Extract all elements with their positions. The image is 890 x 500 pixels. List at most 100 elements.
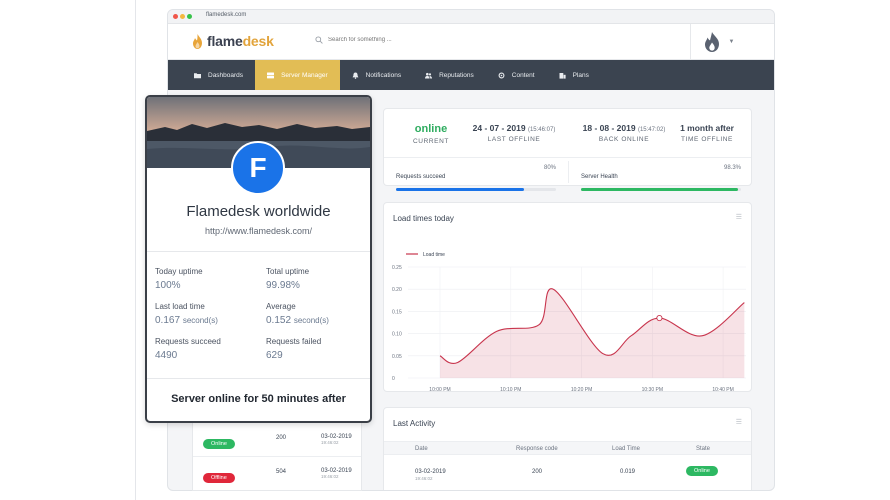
response-code: 200	[276, 435, 287, 441]
x-tick-label: 10:20 PM	[571, 387, 592, 391]
log-date: 03-02-2019 19:46:02	[321, 468, 352, 479]
profile-divider	[147, 378, 370, 379]
nav-item-label: Dashboards	[208, 71, 244, 79]
column-header-state: State	[696, 446, 711, 452]
building-icon	[559, 72, 566, 79]
server-url-link[interactable]: http://www.flamedesk.com/	[147, 226, 370, 236]
y-tick-label: 0.10	[392, 332, 402, 338]
nav-item-plans[interactable]: Plans	[547, 60, 601, 90]
time-offline-value: 1 month after	[680, 123, 734, 133]
gear-icon	[498, 72, 505, 78]
nav-item-label: Reputations	[439, 71, 474, 79]
metric-value: 4490	[155, 350, 178, 361]
metric-total-uptime: Total uptime 99.98%	[266, 267, 366, 291]
server-status-card: online CURRENT 24 - 07 - 2019 (15:46:07)…	[383, 108, 752, 191]
flame-logo-icon	[193, 33, 202, 49]
log-time: 19:46:02	[321, 440, 339, 445]
row-date: 03-02-2019 19:46:02	[415, 469, 446, 481]
page-divider	[135, 0, 136, 500]
uptime-summary: Server online for 50 minutes after	[171, 393, 346, 405]
metric-value: 99.98%	[266, 280, 300, 291]
state-cell: Offline	[203, 466, 235, 484]
list-item[interactable]: Online 200 03-02-2019 19:46:02	[193, 426, 361, 456]
last-activity-title: Last Activity	[393, 419, 436, 428]
nav-item-label: Server Manager	[281, 71, 328, 79]
metric-value: 629	[266, 350, 283, 361]
last-activity-card: Last Activity ☰ Date Response code Load …	[383, 407, 752, 490]
activity-table-header: Date Response code Load Time State	[384, 441, 751, 455]
log-date: 03-02-2019 19:46:02	[321, 434, 352, 445]
card-menu-icon[interactable]: ☰	[736, 213, 742, 221]
x-tick-label: 10:30 PM	[642, 387, 663, 391]
metric-last-load-time: Last load time 0.167 second(s)	[155, 302, 255, 326]
state-cell: Online	[203, 432, 235, 450]
list-item[interactable]: Offline 504 03-02-2019 19:46:02	[193, 460, 361, 490]
nav-item-server-manager[interactable]: Server Manager	[255, 60, 340, 90]
requests-succeed-percent: 80%	[543, 165, 556, 171]
nav-item-dashboards[interactable]: Dashboards	[168, 60, 255, 90]
logo-text-main: flame	[207, 33, 243, 49]
nav-item-label: Content	[511, 71, 535, 79]
y-tick-label: 0.25	[392, 265, 402, 271]
status-badge: Offline	[203, 473, 235, 483]
address-bar[interactable]: flamedesk.com	[206, 12, 246, 18]
app-logo[interactable]: flamedesk	[192, 33, 274, 49]
server-health-label: Server Health	[581, 174, 618, 180]
meter-divider	[568, 161, 569, 183]
search-bar	[315, 36, 528, 44]
row-date-value: 03-02-2019	[415, 469, 446, 475]
server-health-track	[581, 188, 741, 191]
requests-succeed-fill	[396, 188, 524, 191]
requests-succeed-track	[396, 188, 556, 191]
requests-succeed-meter: Requests succeed 80%	[396, 165, 556, 191]
users-icon	[425, 72, 433, 78]
server-icon	[267, 72, 275, 78]
nav-item-notifications[interactable]: Notifications	[340, 60, 413, 90]
server-health-percent: 98.3%	[723, 165, 741, 171]
column-header-date: Date	[415, 446, 428, 452]
profile-menu[interactable]: ▼	[690, 24, 746, 59]
column-header-load-time: Load Time	[612, 446, 641, 452]
nav-item-reputations[interactable]: Reputations	[413, 60, 486, 90]
last-offline-date: 24 - 07 - 2019	[472, 123, 526, 133]
load-times-card: Load times today ☰ 0 0.05 0.10 0.15 0.20 0.25…	[383, 202, 752, 392]
y-tick-label: 0.15	[392, 309, 402, 315]
app-header: flamedesk ▼	[168, 24, 774, 60]
metric-average: Average 0.152 second(s)	[266, 302, 366, 326]
metric-label: Requests failed	[266, 337, 322, 346]
chevron-down-icon: ▼	[728, 38, 735, 45]
row-response-code: 200	[532, 469, 543, 475]
search-input[interactable]	[328, 37, 528, 43]
uptime-log-list: Online 200 03-02-2019 19:46:02 Offline 50…	[192, 423, 362, 491]
metric-label: Total uptime	[266, 267, 310, 276]
search-icon	[315, 36, 323, 44]
card-menu-icon[interactable]: ☰	[736, 418, 742, 426]
list-divider	[193, 456, 361, 457]
metric-unit: second(s)	[182, 316, 218, 325]
logo-text: flamedesk	[207, 33, 274, 49]
x-tick-label: 10:40 PM	[712, 387, 733, 391]
requests-succeed-label: Requests succeed	[396, 174, 446, 180]
server-health-meter: Server Health 98.3%	[581, 165, 741, 191]
folder-icon	[194, 72, 201, 78]
last-offline-label: LAST OFFLINE	[487, 136, 541, 143]
main-nav: Dashboards Server Manager Notifications …	[168, 60, 774, 90]
status-badge: Online	[203, 439, 235, 449]
back-online-date: 18 - 08 - 2019	[582, 123, 636, 133]
y-tick-label: 0.20	[392, 287, 402, 293]
server-name: Flamedesk worldwide	[186, 203, 331, 220]
x-tick-label: 10:10 PM	[500, 387, 521, 391]
flame-avatar-icon	[704, 31, 719, 52]
x-tick-label: 10:00 PM	[429, 387, 450, 391]
minimize-window-dot[interactable]	[180, 14, 185, 19]
nav-item-content[interactable]: Content	[486, 60, 547, 90]
status-badge: Online	[686, 466, 718, 476]
logo-text-accent: desk	[242, 33, 274, 49]
status-time-offline: 1 month after TIME OFFLINE	[662, 123, 752, 143]
close-window-dot[interactable]	[173, 14, 178, 19]
metric-value: 100%	[155, 280, 181, 291]
y-tick-label: 0	[392, 376, 395, 382]
metric-unit: second(s)	[293, 316, 329, 325]
profile-divider	[147, 251, 370, 252]
maximize-window-dot[interactable]	[187, 14, 192, 19]
